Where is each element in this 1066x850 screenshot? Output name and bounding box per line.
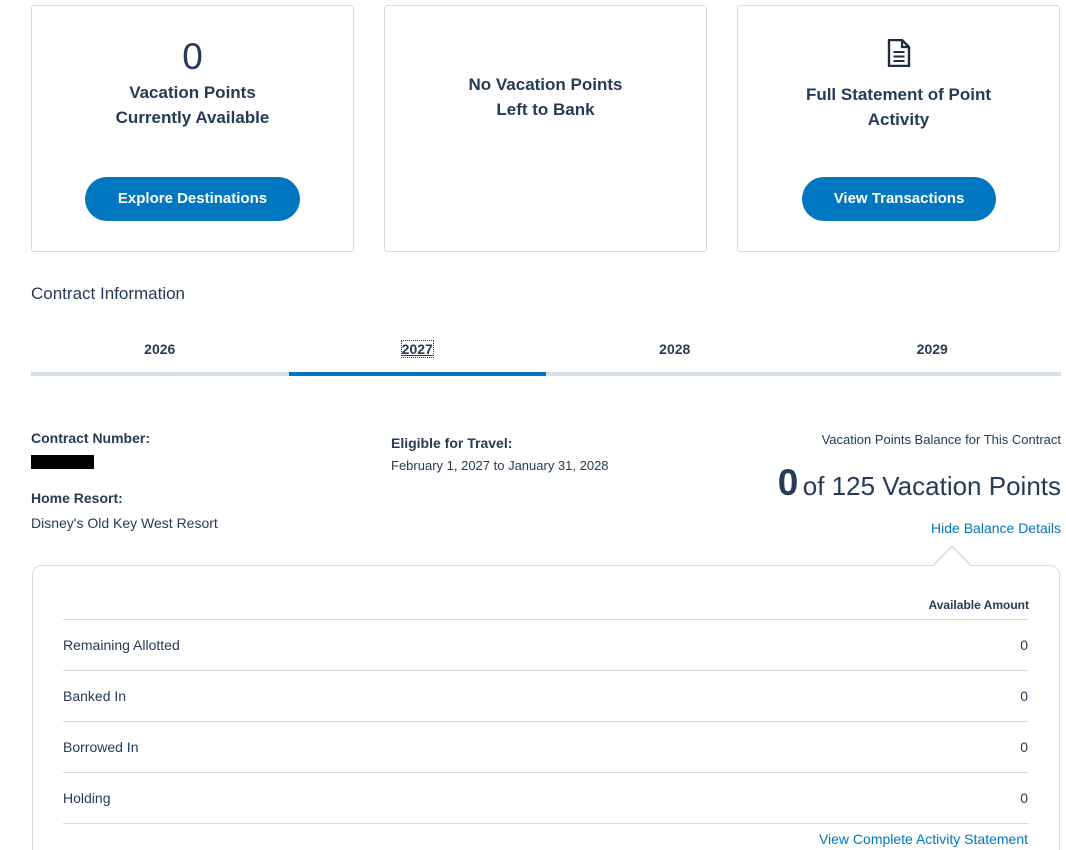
year-tabs: 2026 2027 2028 2029 bbox=[31, 332, 1061, 376]
row-banked-in-label: Banked In bbox=[63, 688, 127, 704]
bank-points-title: No Vacation Points Left to Bank bbox=[468, 75, 623, 119]
row-banked-in-value: 0 bbox=[1020, 688, 1028, 704]
row-remaining-allotted-value: 0 bbox=[1020, 637, 1028, 653]
row-divider bbox=[63, 721, 1029, 722]
explore-destinations-button[interactable]: Explore Destinations bbox=[85, 177, 300, 221]
row-borrowed-in-value: 0 bbox=[1020, 739, 1028, 755]
tab-2028[interactable]: 2028 bbox=[546, 332, 804, 376]
document-icon bbox=[887, 39, 911, 67]
contract-information-title: Contract Information bbox=[31, 284, 186, 303]
view-transactions-button[interactable]: View Transactions bbox=[802, 177, 996, 221]
bank-points-card: No Vacation Points Left to Bank bbox=[384, 5, 707, 252]
tab-2029[interactable]: 2029 bbox=[804, 332, 1062, 376]
panel-caret-inner bbox=[933, 547, 971, 567]
tab-2027[interactable]: 2027 bbox=[289, 332, 547, 376]
available-amount-header: Available Amount bbox=[928, 598, 1029, 612]
row-divider bbox=[63, 823, 1029, 824]
home-resort-label: Home Resort: bbox=[31, 490, 123, 506]
row-divider bbox=[63, 619, 1029, 620]
row-divider bbox=[63, 772, 1029, 773]
eligible-travel-label: Eligible for Travel: bbox=[391, 435, 513, 451]
home-resort-value: Disney's Old Key West Resort bbox=[31, 515, 218, 531]
contract-number-label: Contract Number: bbox=[31, 430, 151, 446]
row-remaining-allotted-label: Remaining Allotted bbox=[63, 637, 180, 653]
balance-label: Vacation Points Balance for This Contrac… bbox=[821, 432, 1061, 447]
row-borrowed-in-label: Borrowed In bbox=[63, 739, 139, 755]
statement-card: Full Statement of Point Activity View Tr… bbox=[737, 5, 1060, 252]
available-points-title: Vacation Points Currently Available bbox=[115, 83, 270, 127]
balance-details-panel bbox=[32, 565, 1060, 850]
eligible-travel-dates: February 1, 2027 to January 31, 2028 bbox=[391, 458, 609, 473]
hide-balance-details-link[interactable]: Hide Balance Details bbox=[931, 520, 1061, 536]
available-points-number: 0 bbox=[182, 36, 203, 77]
row-holding-value: 0 bbox=[1020, 790, 1028, 806]
row-divider bbox=[63, 670, 1029, 671]
balance-current: 0 bbox=[777, 462, 799, 503]
view-activity-statement-link[interactable]: View Complete Activity Statement bbox=[819, 831, 1028, 847]
tab-2026[interactable]: 2026 bbox=[31, 332, 289, 376]
statement-title: Full Statement of Point Activity bbox=[805, 85, 992, 129]
balance-total: of 125 Vacation Points bbox=[802, 471, 1061, 501]
available-points-card: 0 Vacation Points Currently Available Ex… bbox=[31, 5, 354, 252]
contract-number-redacted bbox=[31, 455, 94, 469]
row-holding-label: Holding bbox=[63, 790, 111, 806]
balance-summary: 0 of 125 Vacation Points bbox=[778, 462, 1061, 504]
